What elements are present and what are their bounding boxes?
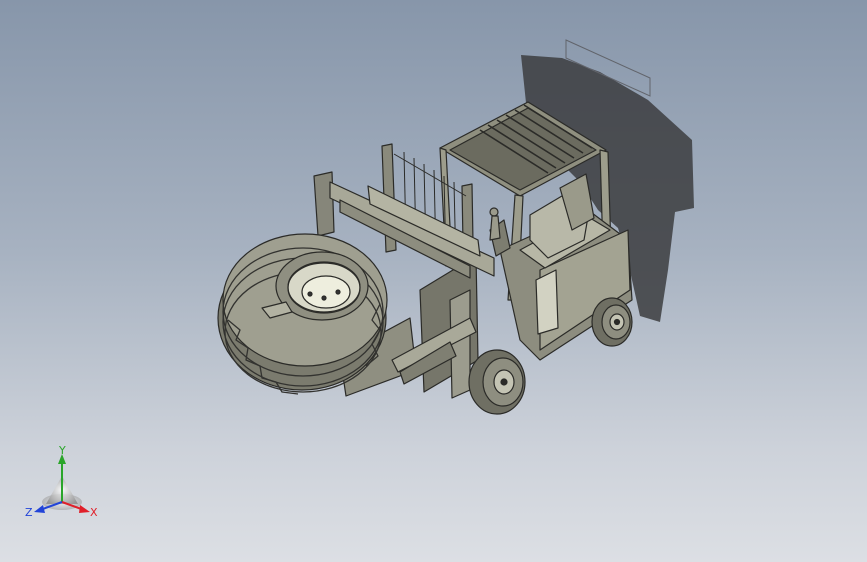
x-axis-arrowhead — [79, 505, 90, 513]
y-axis-label: Y — [58, 446, 66, 457]
cad-3d-viewport[interactable] — [0, 0, 867, 562]
z-axis-arrowhead — [34, 505, 45, 513]
forklift-model[interactable] — [217, 101, 633, 415]
z-axis-label: Z — [25, 506, 33, 519]
view-orientation-triad[interactable]: Y X Z — [22, 446, 106, 530]
rear-wheel[interactable] — [591, 297, 633, 347]
front-wheel[interactable] — [468, 349, 526, 415]
x-axis-label: X — [90, 506, 98, 519]
